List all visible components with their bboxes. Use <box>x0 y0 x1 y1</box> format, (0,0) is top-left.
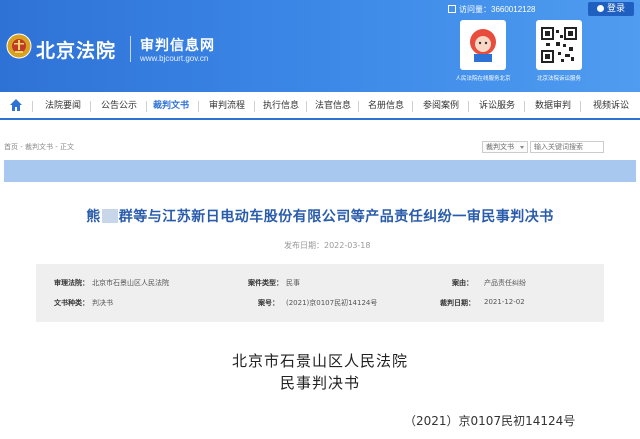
user-icon <box>596 5 604 12</box>
logo-divider <box>130 36 131 62</box>
nav-divider <box>580 101 581 112</box>
nav-divider <box>146 101 147 112</box>
qr-code-icon <box>540 26 578 64</box>
nav-divider <box>412 101 413 112</box>
qr-caption-litigation: 北京法院诉讼服务 <box>536 76 581 82</box>
nav-item-trial-process[interactable]: 审判流程 <box>200 92 254 120</box>
nav-divider <box>306 101 307 112</box>
case-type-label: 案件类型： <box>248 279 283 287</box>
main-nav: 法院要闻 公告公示 裁判文书 审判流程 执行信息 法官信息 名册信息 参阅案例 … <box>0 92 640 120</box>
nav-item-rosters[interactable]: 名册信息 <box>360 92 412 120</box>
search-input[interactable] <box>530 141 604 153</box>
cause-label: 案由： <box>452 279 473 287</box>
content-header-strip <box>4 160 636 182</box>
nav-item-litigation-service[interactable]: 诉讼服务 <box>470 92 524 120</box>
login-button[interactable]: 登录 <box>588 2 634 16</box>
site-logo-text[interactable]: 北京法院 <box>36 36 116 63</box>
nav-divider <box>32 101 33 112</box>
visit-count-text: 访问量：3660012128 <box>459 5 536 14</box>
nav-item-video-litigation[interactable]: 视频诉讼 <box>582 92 640 120</box>
publish-date: 发布日期：2022-03-18 <box>284 241 371 250</box>
breadcrumb[interactable]: 首页 - 裁判文书 - 正文 <box>4 142 74 152</box>
case-number-value: (2021)京0107民初14124号 <box>286 299 378 307</box>
site-header: 北京法院 审判信息网 www.bjcourt.gov.cn 访问量：366001… <box>0 0 640 92</box>
doc-type-value: 判决书 <box>92 299 113 307</box>
home-icon[interactable] <box>8 97 24 113</box>
nav-item-court-news[interactable]: 法院要闻 <box>36 92 90 120</box>
court-label: 审理法院： <box>54 279 89 287</box>
nav-item-judgments[interactable]: 裁判文书 <box>148 92 194 120</box>
document-type-heading: 民事判决书 <box>279 374 360 392</box>
court-emblem-icon <box>6 33 32 59</box>
nav-item-announcements[interactable]: 公告公示 <box>92 92 146 120</box>
qr-code-online-service[interactable] <box>460 20 506 70</box>
court-value: 北京市石景山区人民法院 <box>92 279 169 287</box>
case-number-label: 案号： <box>258 299 279 307</box>
case-info-panel: 审理法院： 北京市石景山区人民法院 案件类型： 民事 案由： 产品责任纠纷 文书… <box>36 264 604 322</box>
counter-icon <box>448 5 456 13</box>
title-part-b: 群等与江苏新日电动车股份有限公司等产品责任纠纷一审民事判决书 <box>118 209 554 225</box>
nav-item-data-trial[interactable]: 数据审判 <box>526 92 580 120</box>
doc-type-label: 文书种类： <box>54 299 89 307</box>
court-name-heading: 北京市石景山区人民法院 <box>231 352 408 370</box>
visit-counter: 访问量：3660012128 <box>448 4 536 15</box>
document-title: 熊 群等与江苏新日电动车股份有限公司等产品责任纠纷一审民事判决书 <box>0 206 640 226</box>
nav-divider <box>468 101 469 112</box>
judgment-date-value: 2021-12-02 <box>484 298 525 306</box>
nav-item-judges[interactable]: 法官信息 <box>308 92 358 120</box>
qr-caption-online: 人民法院在线服务北京 <box>455 76 511 82</box>
cause-value: 产品责任纠纷 <box>484 279 526 287</box>
title-part-a: 熊 <box>86 209 101 225</box>
case-number-line: （2021）京0107民初14124号 <box>404 414 576 428</box>
redacted-name-mask <box>101 209 118 223</box>
site-url: www.bjcourt.gov.cn <box>140 54 209 63</box>
nav-divider <box>198 101 199 112</box>
nav-item-reference-cases[interactable]: 参阅案例 <box>414 92 468 120</box>
qr-mascot-icon <box>464 24 502 66</box>
site-subtitle: 审判信息网 <box>140 38 215 54</box>
case-type-value: 民事 <box>286 279 300 287</box>
judgment-date-label: 裁判日期： <box>440 299 475 307</box>
login-label: 登录 <box>606 4 625 14</box>
nav-divider <box>524 101 525 112</box>
nav-divider <box>254 101 255 112</box>
nav-divider <box>90 101 91 112</box>
nav-divider <box>358 101 359 112</box>
search-category-select[interactable]: 裁判文书 <box>482 141 528 153</box>
qr-code-litigation-service[interactable] <box>536 20 582 70</box>
nav-item-enforcement[interactable]: 执行信息 <box>256 92 306 120</box>
